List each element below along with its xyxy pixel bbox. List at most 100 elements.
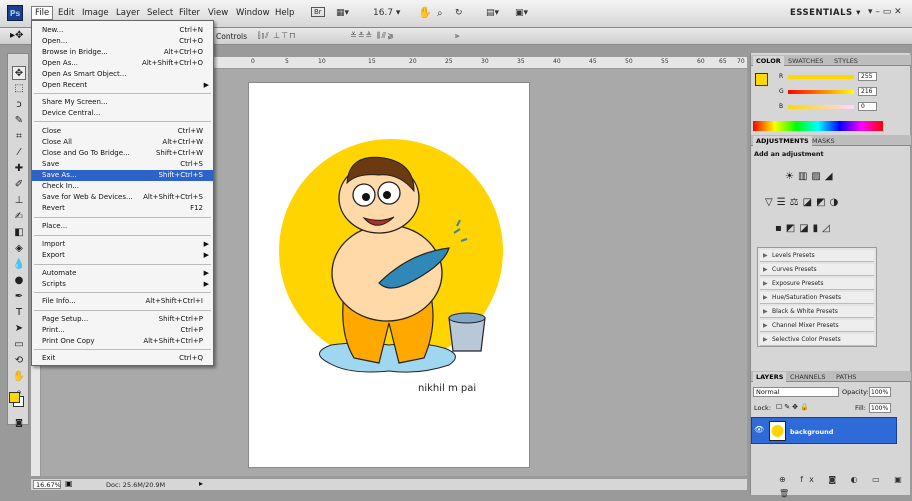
pen-tool-icon[interactable]: ✒: [12, 290, 26, 304]
tab-masks[interactable]: MASKS: [809, 136, 838, 146]
distribute-icon[interactable]: ≚≛≜ ⫼⫻⫺: [350, 31, 395, 41]
layer-name[interactable]: background: [790, 428, 833, 436]
rotate-view-icon[interactable]: ↻: [455, 8, 463, 18]
workspace-switcher[interactable]: ESSENTIALS ▾: [790, 8, 861, 18]
preset-hue-saturation[interactable]: Hue/Saturation Presets: [760, 292, 874, 304]
fill-field[interactable]: 100%: [869, 403, 891, 413]
quick-selection-tool-icon[interactable]: ✎: [12, 114, 26, 128]
menu-item-close-all[interactable]: Close All Alt+Ctrl+W: [32, 137, 213, 148]
window-controls[interactable]: ▾ – ▭ ✕: [868, 7, 902, 17]
quick-mask-icon[interactable]: ◙: [12, 416, 26, 430]
menu-item-save[interactable]: Save Ctrl+S: [32, 159, 213, 170]
zoom-level-menu[interactable]: 16.7 ▾: [373, 8, 400, 18]
auto-align-icon[interactable]: ⫸: [455, 31, 461, 41]
tab-adjustments[interactable]: ADJUSTMENTS: [753, 136, 812, 146]
menu-item-place[interactable]: Place...: [32, 221, 213, 232]
menu-item-scripts[interactable]: Scripts ▶: [32, 279, 213, 290]
align-icon[interactable]: ⫿⫾⫽ ⊥⊤⊓: [258, 31, 296, 41]
tab-layers[interactable]: LAYERS: [753, 372, 787, 382]
menu-item-device-central[interactable]: Device Central...: [32, 108, 213, 119]
green-slider[interactable]: [788, 90, 854, 94]
preset-selective-color[interactable]: Selective Color Presets: [760, 334, 874, 346]
status-arrow-icon[interactable]: ▸: [199, 479, 203, 488]
green-value-field[interactable]: 216: [858, 87, 877, 96]
menu-file[interactable]: File: [31, 6, 54, 20]
tab-color[interactable]: COLOR: [753, 56, 784, 66]
lasso-tool-icon[interactable]: ↄ: [12, 98, 26, 112]
menu-item-check-in[interactable]: Check In...: [32, 181, 213, 192]
3d-rotate-tool-icon[interactable]: ⟲: [12, 354, 26, 368]
red-slider[interactable]: [788, 75, 854, 79]
blue-value-field[interactable]: 0: [858, 102, 877, 111]
menu-item-exit[interactable]: Exit Ctrl+Q: [32, 353, 213, 364]
menu-item-new[interactable]: New... Ctrl+N: [32, 25, 213, 36]
brush-tool-icon[interactable]: ✐: [12, 178, 26, 192]
menu-item-file-info[interactable]: File Info... Alt+Shift+Ctrl+I: [32, 296, 213, 307]
preset-levels[interactable]: Levels Presets: [760, 250, 874, 262]
preset-curves[interactable]: Curves Presets: [760, 264, 874, 276]
menu-item-export[interactable]: Export ▶: [32, 250, 213, 261]
arrange-documents-icon[interactable]: ▤▾: [486, 8, 499, 18]
shape-tool-icon[interactable]: ▭: [12, 338, 26, 352]
preset-black-white[interactable]: Black & White Presets: [760, 306, 874, 318]
crop-tool-icon[interactable]: ⌗: [12, 130, 26, 144]
bridge-icon[interactable]: Br: [311, 7, 325, 17]
menu-item-open-recent[interactable]: Open Recent ▶: [32, 80, 213, 91]
foreground-color-swatch[interactable]: [9, 392, 20, 403]
layer-row-background[interactable]: 👁 background: [751, 417, 897, 444]
menu-item-revert[interactable]: Revert F12: [32, 203, 213, 214]
menu-item-browse-in-bridge[interactable]: Browse in Bridge... Alt+Ctrl+O: [32, 47, 213, 58]
preset-channel-mixer[interactable]: Channel Mixer Presets: [760, 320, 874, 332]
menu-window[interactable]: Window: [236, 8, 270, 18]
tab-channels[interactable]: CHANNELS: [787, 372, 828, 382]
color-spectrum[interactable]: [753, 121, 883, 131]
history-brush-tool-icon[interactable]: ✍: [12, 210, 26, 224]
menu-item-close-and-go-to-bridge[interactable]: Close and Go To Bridge... Shift+Ctrl+W: [32, 148, 213, 159]
eye-visibility-icon[interactable]: 👁: [754, 425, 764, 434]
tab-paths[interactable]: PATHS: [833, 372, 859, 382]
blur-tool-icon[interactable]: 💧: [12, 258, 26, 272]
zoom-field[interactable]: 16.67%: [33, 480, 61, 489]
menu-item-save-for-web[interactable]: Save for Web & Devices... Alt+Shift+Ctrl+…: [32, 192, 213, 203]
document-canvas[interactable]: [248, 82, 530, 468]
adjustment-icons-row-3[interactable]: ▪◩◪▮◿: [775, 223, 834, 234]
menu-edit[interactable]: Edit: [58, 8, 74, 18]
eyedropper-tool-icon[interactable]: ⁄: [12, 146, 26, 160]
menu-item-share-my-screen[interactable]: Share My Screen...: [32, 97, 213, 108]
hand-tool-icon[interactable]: ✋: [12, 370, 26, 384]
opacity-field[interactable]: 100%: [869, 387, 891, 397]
menu-select[interactable]: Select: [147, 8, 173, 18]
adjustment-icons-row-2[interactable]: ▽☰⚖◪◩◑: [765, 197, 842, 208]
zoom-tool-icon[interactable]: ⌕: [437, 8, 443, 19]
eraser-tool-icon[interactable]: ◧: [12, 226, 26, 240]
red-value-field[interactable]: 255: [858, 72, 877, 81]
menu-item-print[interactable]: Print... Ctrl+P: [32, 325, 213, 336]
preset-exposure[interactable]: Exposure Presets: [760, 278, 874, 290]
menu-item-save-as[interactable]: Save As... Shift+Ctrl+S: [32, 170, 213, 181]
tab-styles[interactable]: STYLES: [831, 56, 861, 66]
menu-filter[interactable]: Filter: [179, 8, 200, 18]
menu-view[interactable]: View: [208, 8, 228, 18]
menu-image[interactable]: Image: [82, 8, 109, 18]
adjustment-icons-row-1[interactable]: ☀▥▨◢: [785, 171, 837, 182]
status-menu-icon[interactable]: ▣: [65, 479, 73, 488]
type-tool-icon[interactable]: T: [12, 306, 26, 320]
move-tool-icon[interactable]: ✥: [12, 66, 26, 80]
view-extras-icon[interactable]: ▦▾: [336, 8, 349, 18]
move-tool-preset-icon[interactable]: ▸✥: [10, 30, 23, 41]
lock-icons[interactable]: ☐✎✥🔒: [776, 403, 811, 411]
menu-item-close[interactable]: Close Ctrl+W: [32, 126, 213, 137]
tab-swatches[interactable]: SWATCHES: [785, 56, 826, 66]
show-transform-controls-label[interactable]: Controls: [216, 32, 247, 41]
menu-item-open-as[interactable]: Open As... Alt+Shift+Ctrl+O: [32, 58, 213, 69]
menu-item-import[interactable]: Import ▶: [32, 239, 213, 250]
menu-item-open[interactable]: Open... Ctrl+O: [32, 36, 213, 47]
color-foreground-swatch[interactable]: [755, 73, 768, 86]
menu-item-print-one-copy[interactable]: Print One Copy Alt+Shift+Ctrl+P: [32, 336, 213, 347]
menu-item-automate[interactable]: Automate ▶: [32, 268, 213, 279]
path-selection-tool-icon[interactable]: ➤: [12, 322, 26, 336]
healing-brush-tool-icon[interactable]: ✚: [12, 162, 26, 176]
marquee-tool-icon[interactable]: ⬚: [12, 82, 26, 96]
menu-item-page-setup[interactable]: Page Setup... Shift+Ctrl+P: [32, 314, 213, 325]
menu-layer[interactable]: Layer: [116, 8, 140, 18]
